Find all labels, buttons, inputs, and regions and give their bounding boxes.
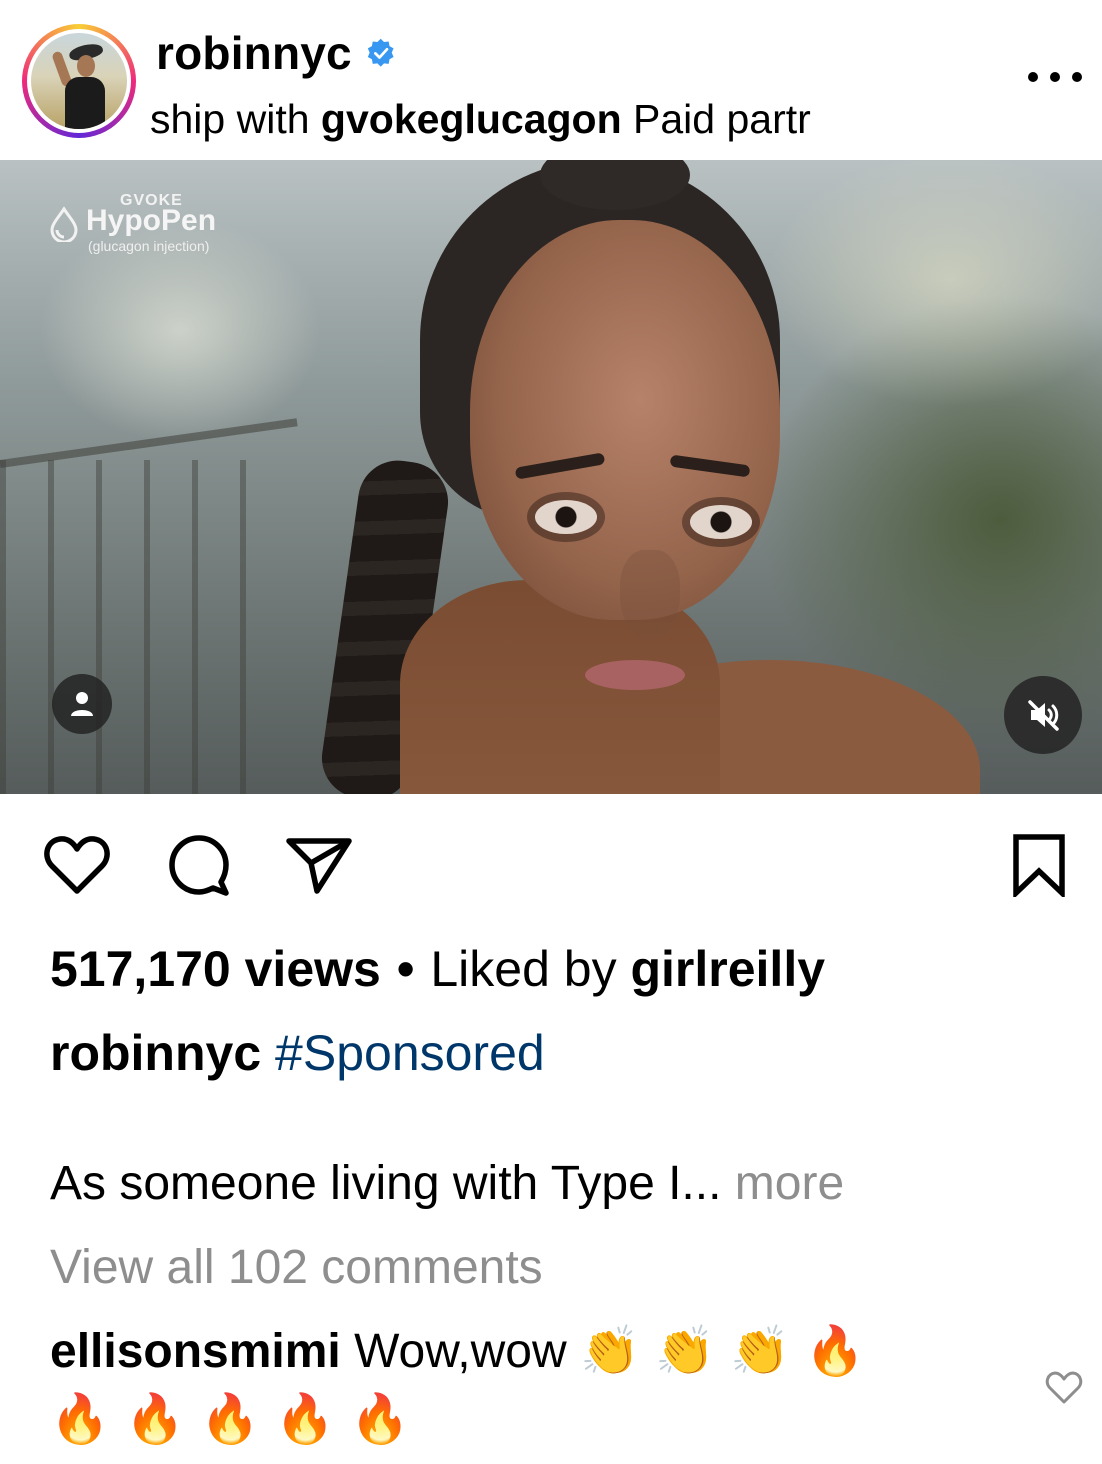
person-tag-icon[interactable]	[52, 674, 112, 734]
caption-header: robinnyc #Sponsored	[50, 1024, 545, 1082]
small-heart-icon[interactable]	[1044, 1368, 1084, 1408]
brand-name-text: HypoPen	[86, 204, 217, 237]
views-count[interactable]: 517,170 views	[50, 941, 381, 997]
muted-speaker-icon[interactable]	[1004, 676, 1082, 754]
action-bar	[0, 830, 1102, 900]
brand-watermark: GVOKE HypoPen (glucagon injection)	[46, 192, 266, 258]
sponsored-hashtag[interactable]: #Sponsored	[275, 1025, 545, 1081]
top-comment-continued: 🔥 🔥 🔥 🔥 🔥	[50, 1390, 410, 1447]
caption-text: As someone living with Type I... more	[50, 1157, 845, 1210]
send-icon[interactable]	[284, 830, 354, 900]
partner-link[interactable]: gvokeglucagon	[321, 96, 622, 142]
separator-dot: •	[396, 941, 415, 997]
caption-username[interactable]: robinnyc	[50, 1025, 261, 1081]
more-link[interactable]: more	[735, 1157, 844, 1210]
droplet-logo-icon	[50, 206, 78, 242]
comment-text: Wow,wow	[354, 1325, 567, 1378]
more-options-icon[interactable]	[1028, 62, 1082, 92]
comment-icon[interactable]	[164, 830, 234, 900]
views-likes-line: 517,170 views • Liked by girlreilly	[50, 941, 826, 997]
heart-icon[interactable]	[42, 830, 112, 900]
bookmark-icon[interactable]	[1004, 830, 1074, 900]
brand-sub-text: (glucagon injection)	[88, 238, 210, 254]
liked-by-user[interactable]: girlreilly	[630, 941, 825, 997]
comment-emojis-line2: 🔥 🔥 🔥 🔥 🔥	[50, 1391, 410, 1447]
comment-username[interactable]: ellisonsmimi	[50, 1325, 341, 1378]
story-ring-avatar[interactable]	[22, 24, 136, 138]
verified-badge-icon	[367, 38, 394, 67]
view-all-comments-link[interactable]: View all 102 comments	[50, 1240, 543, 1295]
comment-emojis: 👏 👏 👏 🔥	[579, 1323, 865, 1379]
partnership-line[interactable]: ship with gvokeglucagon Paid partr	[150, 96, 968, 148]
post-header: robinnyc ship with gvokeglucagon Paid pa…	[0, 0, 1102, 160]
post-username[interactable]: robinnyc	[156, 26, 352, 80]
top-comment: ellisonsmimi Wow,wow 👏 👏 👏 🔥	[50, 1322, 865, 1379]
avatar	[31, 33, 127, 129]
